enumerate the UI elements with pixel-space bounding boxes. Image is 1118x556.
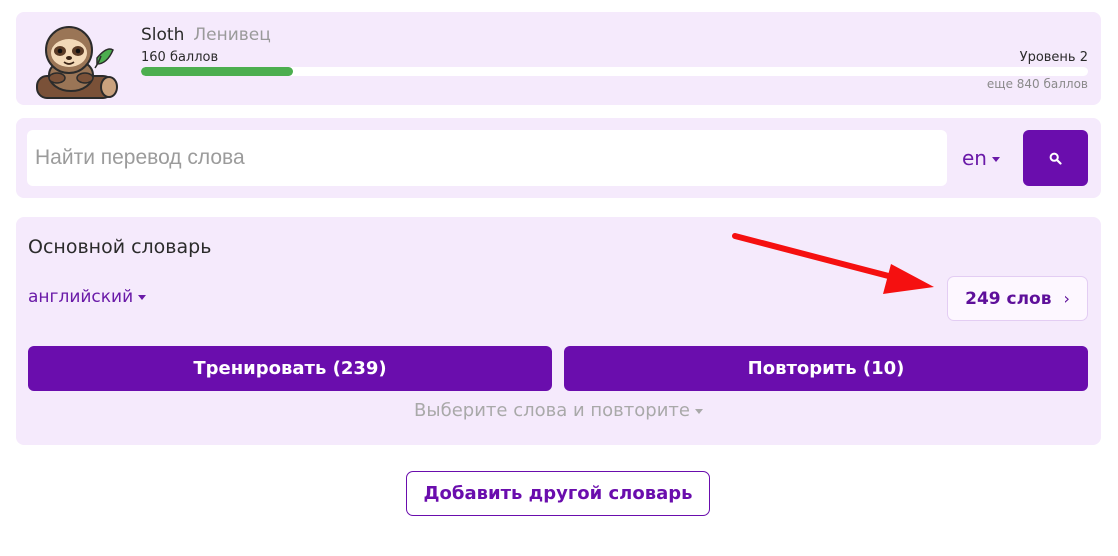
train-button[interactable]: Тренировать (239) — [28, 346, 552, 391]
sloth-avatar — [29, 20, 121, 102]
level-progress-fill — [141, 67, 293, 76]
dictionary-language-select[interactable]: английский — [28, 287, 147, 307]
add-dictionary-button[interactable]: Добавить другой словарь — [406, 471, 710, 516]
repeat-button[interactable]: Повторить (10) — [564, 346, 1088, 391]
select-and-repeat-label: Выберите слова и повторите — [414, 400, 690, 421]
caret-down-icon — [694, 408, 703, 414]
chevron-right-icon: › — [1063, 289, 1070, 308]
search-input[interactable] — [27, 130, 947, 186]
words-count-label: 249 слов — [965, 288, 1052, 309]
caret-down-icon — [991, 157, 1000, 162]
dictionary-language-label: английский — [28, 287, 134, 307]
search-language-label: en — [962, 146, 987, 170]
caret-down-icon — [138, 294, 147, 300]
points-remaining: еще 840 баллов — [986, 77, 1088, 91]
level-progress-bar — [141, 67, 1088, 76]
search-card: en — [16, 118, 1101, 198]
dictionary-title: Основной словарь — [28, 236, 212, 258]
words-count-button[interactable]: 249 слов › — [947, 276, 1088, 321]
search-icon — [1049, 152, 1062, 165]
select-and-repeat-dropdown[interactable]: Выберите слова и повторите — [16, 400, 1101, 421]
search-button[interactable] — [1023, 130, 1088, 186]
search-language-select[interactable]: en — [962, 146, 1000, 170]
profile-card: Sloth Ленивец 160 баллов Уровень 2 еще 84… — [16, 12, 1101, 105]
profile-name-en: Sloth — [141, 25, 185, 45]
profile-name: Sloth Ленивец — [141, 25, 271, 45]
dictionary-card: Основной словарь английский 249 слов › Тр… — [16, 217, 1101, 445]
profile-name-ru: Ленивец — [193, 25, 271, 45]
points-label: 160 баллов — [141, 50, 219, 65]
level-label: Уровень 2 — [1019, 50, 1088, 65]
